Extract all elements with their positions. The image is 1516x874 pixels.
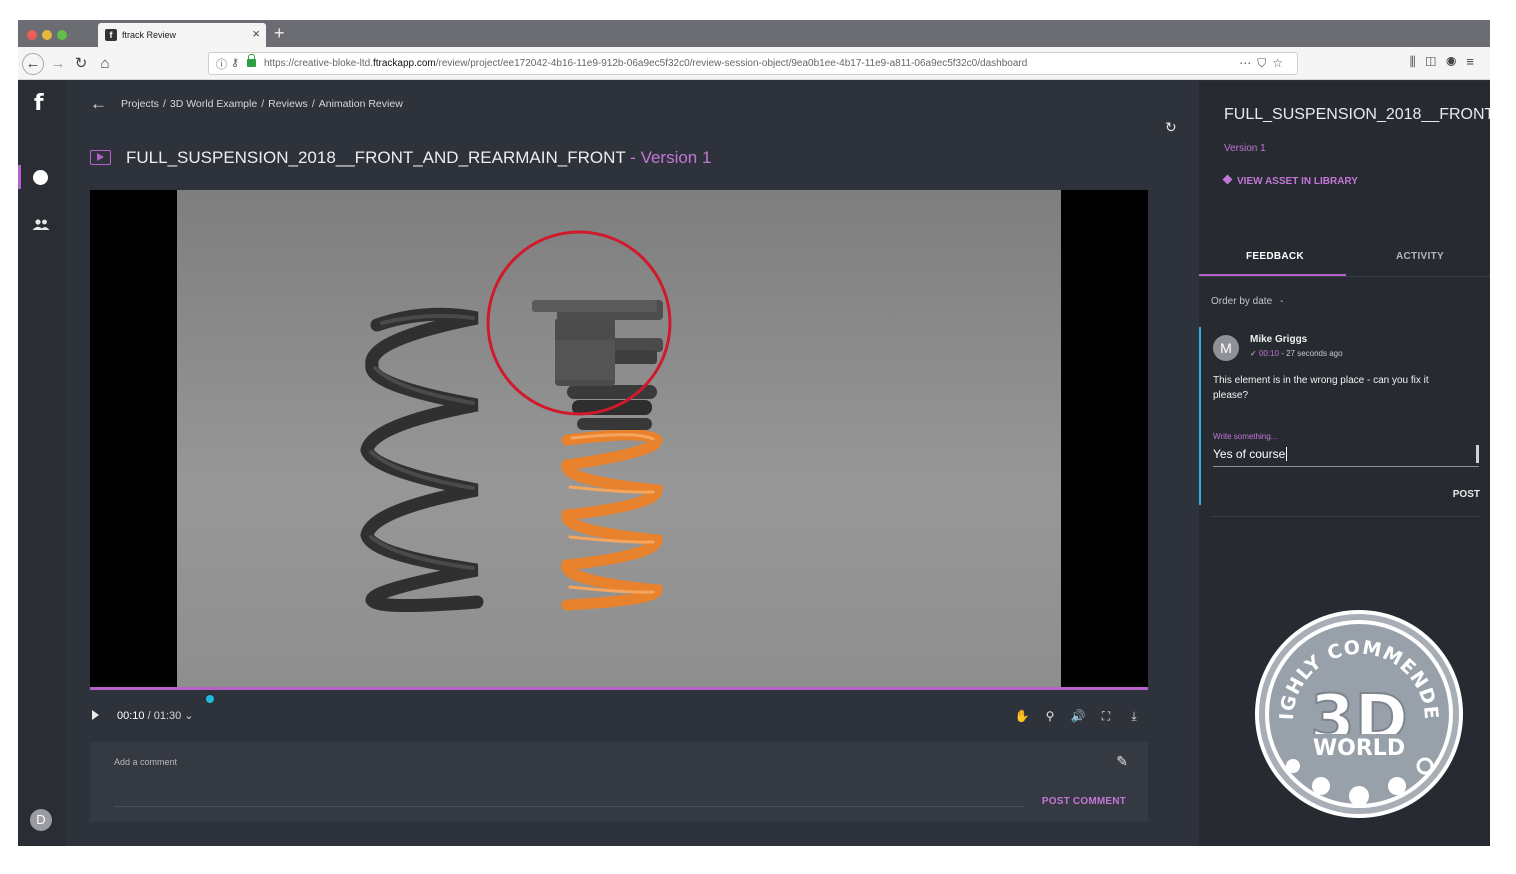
- forward-icon[interactable]: →: [48, 54, 68, 74]
- timeline-scrubber[interactable]: [90, 687, 1148, 690]
- minimize-window-button[interactable]: [42, 30, 52, 40]
- refresh-icon[interactable]: ↻: [1165, 119, 1177, 136]
- check-icon: ✓: [1250, 349, 1259, 358]
- feedback-card: M Mike Griggs ✓ 00:10 - 27 seconds ago T…: [1199, 327, 1490, 505]
- review-main: ← Projects/3D World Example / Reviews / Anim…: [65, 81, 1199, 846]
- pencil-icon[interactable]: ✎: [1116, 753, 1128, 770]
- asset-version: Version 1: [640, 148, 712, 167]
- more-icon: ⋯: [1239, 56, 1258, 70]
- review-nav-icon[interactable]: [33, 170, 48, 185]
- library-icon: ⫼: [1409, 54, 1426, 69]
- download-icon[interactable]: ⤓: [1120, 709, 1148, 724]
- badge-world: WORLD: [1313, 736, 1405, 761]
- browser-toolbar: ← → ↻ ⌂ ⓘ ⚷ https://creative-bloke-ltd.f…: [18, 47, 1490, 80]
- post-reply-button[interactable]: POST: [1453, 489, 1480, 500]
- extension-icon: ◉: [1446, 54, 1467, 69]
- sidebar-icon: ◫: [1425, 54, 1446, 69]
- ftrack-logo[interactable]: f: [34, 91, 44, 116]
- url-text[interactable]: https://creative-bloke-ltd.ftrackapp.com…: [264, 58, 1027, 69]
- active-indicator: [18, 165, 21, 189]
- post-comment-button[interactable]: POST COMMENT: [1042, 796, 1126, 807]
- breadcrumb-projects[interactable]: Projects: [121, 98, 159, 110]
- browser-menu-icons[interactable]: ⫼◫◉≡: [1410, 54, 1484, 70]
- asset-icon: [1222, 174, 1233, 185]
- page-title: FULL_SUSPENSION_2018__FRONT_AND_REARMAIN…: [126, 148, 712, 167]
- panel-version[interactable]: Version 1: [1224, 143, 1266, 154]
- fullscreen-icon[interactable]: ⛶: [1092, 709, 1120, 724]
- comment-underline: [114, 806, 1024, 807]
- people-icon[interactable]: [32, 219, 50, 231]
- reply-label: Write something...: [1213, 432, 1278, 441]
- time-display[interactable]: 00:10 / 01:30 ⌄: [117, 709, 194, 722]
- feedback-text: This element is in the wrong place - can…: [1213, 375, 1429, 401]
- panel-title: FULL_SUSPENSION_2018__FRONT: [1224, 106, 1490, 123]
- page-actions[interactable]: ⋯⛉☆: [1239, 56, 1289, 71]
- order-select[interactable]: Order by date -: [1211, 296, 1284, 307]
- tab-title: ftrack Review: [122, 30, 177, 40]
- breadcrumb-reviews[interactable]: Reviews: [268, 98, 308, 110]
- browser-tab[interactable]: f ftrack Review ×: [98, 23, 266, 47]
- hamburger-menu-icon: ≡: [1466, 54, 1484, 69]
- feedback-timestamp[interactable]: 00:10: [1259, 349, 1279, 358]
- site-info-icon[interactable]: ⓘ: [216, 56, 227, 72]
- tab-activity[interactable]: ACTIVITY: [1396, 251, 1444, 262]
- author-avatar: M: [1213, 335, 1239, 361]
- ftrack-favicon: f: [105, 29, 117, 41]
- view-asset-link[interactable]: VIEW ASSET IN LIBRARY: [1222, 174, 1358, 187]
- user-avatar[interactable]: D: [30, 809, 52, 831]
- home-icon[interactable]: ⌂: [95, 54, 115, 74]
- volume-icon[interactable]: 🔊: [1064, 709, 1092, 723]
- close-tab-icon[interactable]: ×: [252, 27, 260, 41]
- panel-tabs: FEEDBACK ACTIVITY: [1199, 241, 1490, 277]
- timeline-marker[interactable]: [206, 695, 215, 703]
- render-springs-image: [360, 230, 672, 613]
- player-controls: 00:10 / 01:30 ⌄ ✋ ⚲ 🔊 ⛶ ⤓: [90, 706, 1148, 728]
- reply-scrollbar[interactable]: [1476, 445, 1479, 463]
- feedback-meta: ✓ 00:10 - 27 seconds ago: [1250, 349, 1343, 358]
- play-icon[interactable]: [92, 710, 99, 720]
- reply-input[interactable]: Yes of course: [1213, 445, 1479, 467]
- maximize-window-button[interactable]: [57, 30, 67, 40]
- back-icon[interactable]: ←: [22, 53, 44, 75]
- key-icon: ⚷: [231, 57, 240, 69]
- comment-composer[interactable]: Add a comment ✎ POST COMMENT: [90, 742, 1148, 822]
- lock-icon: [247, 54, 256, 67]
- zoom-icon[interactable]: ⚲: [1036, 709, 1064, 723]
- author-name: Mike Griggs: [1250, 334, 1308, 345]
- highly-commended-badge: HIGHLY COMMENDED 3D WORLD: [1253, 608, 1463, 818]
- address-bar[interactable]: ⓘ ⚷ https://creative-bloke-ltd.ftrackapp…: [208, 52, 1298, 75]
- comment-input[interactable]: Add a comment: [114, 757, 177, 767]
- breadcrumb: Projects/3D World Example / Reviews / Animat…: [121, 98, 403, 110]
- pocket-icon: ⛉: [1257, 56, 1273, 70]
- video-frame[interactable]: [177, 190, 1061, 688]
- hand-icon[interactable]: ✋: [1008, 709, 1036, 723]
- back-arrow-icon[interactable]: ←: [90, 94, 107, 114]
- app-sidebar: f D: [18, 81, 65, 846]
- video-player[interactable]: [90, 190, 1148, 688]
- tab-feedback[interactable]: FEEDBACK: [1246, 251, 1304, 262]
- breadcrumb-project[interactable]: 3D World Example: [170, 98, 257, 110]
- close-window-button[interactable]: [27, 30, 37, 40]
- new-tab-icon[interactable]: +: [274, 23, 285, 43]
- tab-underline: [1199, 274, 1346, 276]
- divider: [1211, 516, 1481, 517]
- browser-tab-bar: f ftrack Review × +: [18, 20, 1490, 47]
- video-asset-icon: [90, 150, 111, 165]
- bookmark-star-icon: ☆: [1272, 56, 1289, 70]
- reload-icon[interactable]: ↻: [71, 54, 91, 74]
- breadcrumb-review[interactable]: Animation Review: [319, 98, 403, 110]
